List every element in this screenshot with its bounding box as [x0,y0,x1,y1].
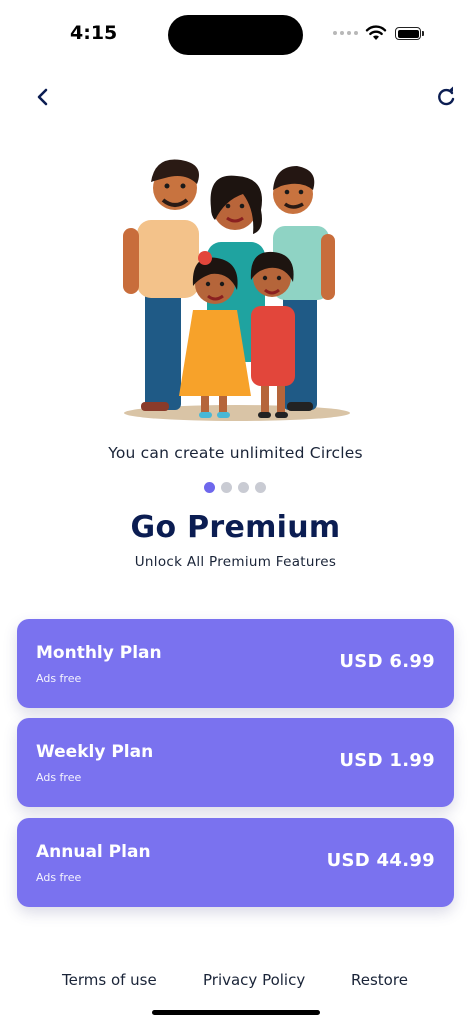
privacy-policy-link[interactable]: Privacy Policy [203,971,305,989]
monthly-plan-button[interactable]: Monthly Plan Ads free USD 6.99 [17,619,454,708]
battery-icon [395,27,424,40]
plan-price: USD 44.99 [326,850,435,871]
annual-plan-button[interactable]: Annual Plan Ads free USD 44.99 [17,818,454,907]
plan-feature: Ads free [36,672,82,685]
cellular-signal-icon [333,31,358,35]
plan-feature: Ads free [36,771,82,784]
plan-name: Weekly Plan [36,742,154,762]
plan-price: USD 1.99 [339,750,435,771]
home-indicator [152,1010,320,1015]
status-time: 4:15 [70,22,118,44]
plan-price: USD 6.99 [339,651,435,672]
page-dot[interactable] [238,482,249,493]
refresh-icon[interactable] [433,84,459,110]
weekly-plan-button[interactable]: Weekly Plan Ads free USD 1.99 [17,718,454,807]
page-indicator[interactable] [204,482,266,493]
page-dot[interactable] [255,482,266,493]
back-chevron-icon[interactable] [30,84,56,110]
restore-link[interactable]: Restore [351,971,408,989]
dynamic-island [168,15,303,55]
status-bar: 4:15 [0,0,471,70]
terms-of-use-link[interactable]: Terms of use [62,971,157,989]
page-subtitle: Unlock All Premium Features [134,554,337,570]
plan-name: Monthly Plan [36,643,162,663]
page-title: Go Premium [130,510,341,545]
page-dot[interactable] [204,482,215,493]
family-illustration [123,159,350,421]
plan-feature: Ads free [36,871,82,884]
plan-name: Annual Plan [36,842,151,862]
wifi-icon [365,25,387,40]
onboarding-caption: You can create unlimited Circles [108,444,363,462]
page-dot[interactable] [221,482,232,493]
